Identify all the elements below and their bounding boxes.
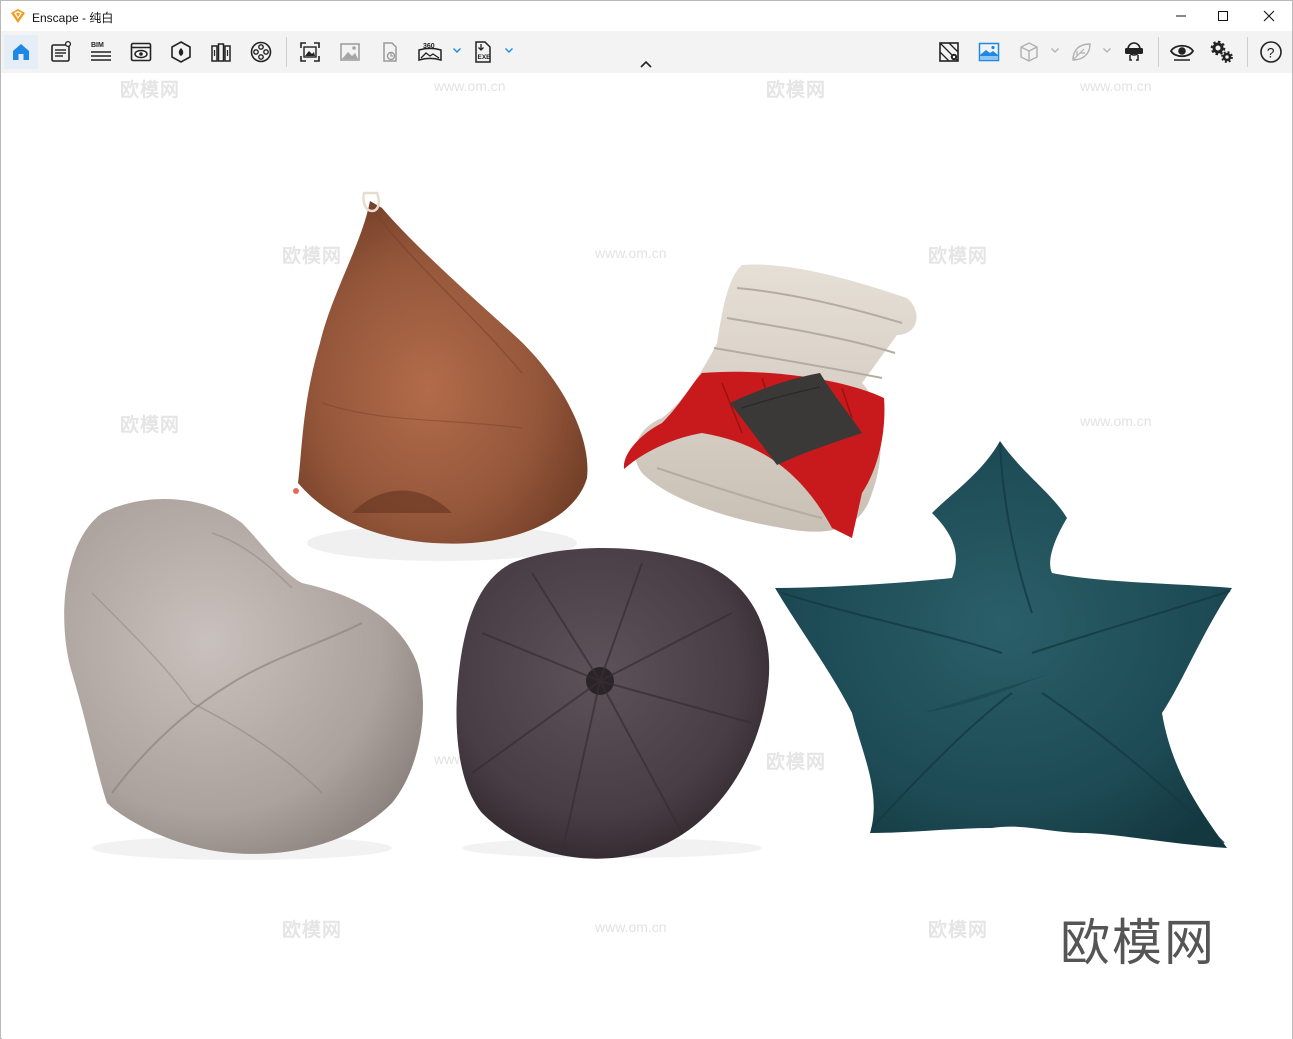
image-icon [340, 43, 360, 61]
bim-icon: BIM [91, 42, 111, 61]
enscape-logo-icon [11, 9, 25, 23]
title-bar: Enscape - 纯白 [1, 1, 1292, 31]
home-button[interactable] [4, 35, 38, 69]
lounger-cushion-with-throw [623, 264, 917, 538]
export-file-button[interactable] [373, 35, 407, 69]
video-editor-button[interactable] [244, 35, 278, 69]
visual-settings-button[interactable] [1205, 35, 1239, 69]
landscape-icon [978, 42, 1000, 62]
cube-icon [1020, 42, 1038, 62]
map-button[interactable] [932, 35, 966, 69]
teardrop-bean-bag [293, 191, 588, 561]
screenshot-icon [300, 42, 320, 62]
material-library-button[interactable] [204, 35, 238, 69]
toolbar-separator [286, 37, 287, 67]
leaf-icon [1072, 43, 1091, 61]
leaf-dropdown-chevron-down-icon[interactable] [1102, 45, 1112, 55]
maximize-button[interactable] [1200, 1, 1246, 31]
eye-icon [1169, 44, 1195, 61]
settings-sheet-button[interactable] [44, 35, 78, 69]
film-reel-icon [250, 41, 272, 63]
corner-watermark: 欧模网 [1060, 914, 1216, 972]
close-icon [1263, 10, 1275, 22]
help-icon: ? [1260, 41, 1282, 63]
bim-button[interactable]: BIM [84, 35, 118, 69]
settings-sheet-icon [51, 40, 72, 62]
export-file-icon [383, 42, 397, 62]
collapse-toolbar-chevron-up-icon[interactable] [638, 58, 654, 70]
site-context-icon [171, 41, 191, 63]
minimize-icon [1176, 15, 1186, 17]
exe-dropdown-chevron-down-icon[interactable] [504, 45, 514, 55]
round-pouf [456, 548, 770, 859]
panorama-dropdown-chevron-down-icon[interactable] [452, 45, 462, 55]
batch-render-button[interactable] [333, 35, 367, 69]
maximize-icon [1218, 11, 1228, 21]
exe-file-icon: EXE [475, 41, 492, 63]
gears-icon [1210, 40, 1233, 63]
toolbar-separator [1247, 37, 1248, 67]
panorama-button[interactable]: 360 [413, 35, 447, 69]
visibility-button[interactable] [1165, 35, 1199, 69]
exe-export-button[interactable]: EXE [466, 35, 500, 69]
scene-render [64, 191, 1232, 860]
leaf-button[interactable] [1064, 35, 1098, 69]
views-button[interactable] [124, 35, 158, 69]
cube-dropdown-chevron-down-icon[interactable] [1050, 45, 1060, 55]
render-viewport[interactable]: 欧模网 www.om.cn 欧模网 www.om.cn 欧模网 www.om.c… [2, 73, 1292, 1039]
screenshot-button[interactable] [293, 35, 327, 69]
enscape-window: Enscape - 纯白 BIM 360 EXE ? 欧模网 www.om.cn… [0, 0, 1293, 1039]
views-icon [130, 42, 152, 62]
window-title: Enscape - 纯白 [32, 11, 114, 25]
vr-headset-button[interactable] [1117, 35, 1151, 69]
home-icon [13, 44, 29, 60]
library-icon [211, 43, 231, 62]
vr-headset-icon [1125, 42, 1143, 61]
svg-text:?: ? [1267, 45, 1275, 61]
toolbar-separator [1158, 37, 1159, 67]
svg-text:BIM: BIM [91, 42, 104, 49]
cube-button[interactable] [1012, 35, 1046, 69]
panorama-360-icon: 360 [418, 43, 442, 61]
atmosphere-button[interactable] [972, 35, 1006, 69]
help-button[interactable]: ? [1254, 35, 1288, 69]
svg-text:EXE: EXE [478, 54, 492, 61]
site-context-button[interactable] [164, 35, 198, 69]
minimize-button[interactable] [1158, 1, 1204, 31]
close-button[interactable] [1246, 1, 1292, 31]
map-icon [939, 42, 959, 62]
